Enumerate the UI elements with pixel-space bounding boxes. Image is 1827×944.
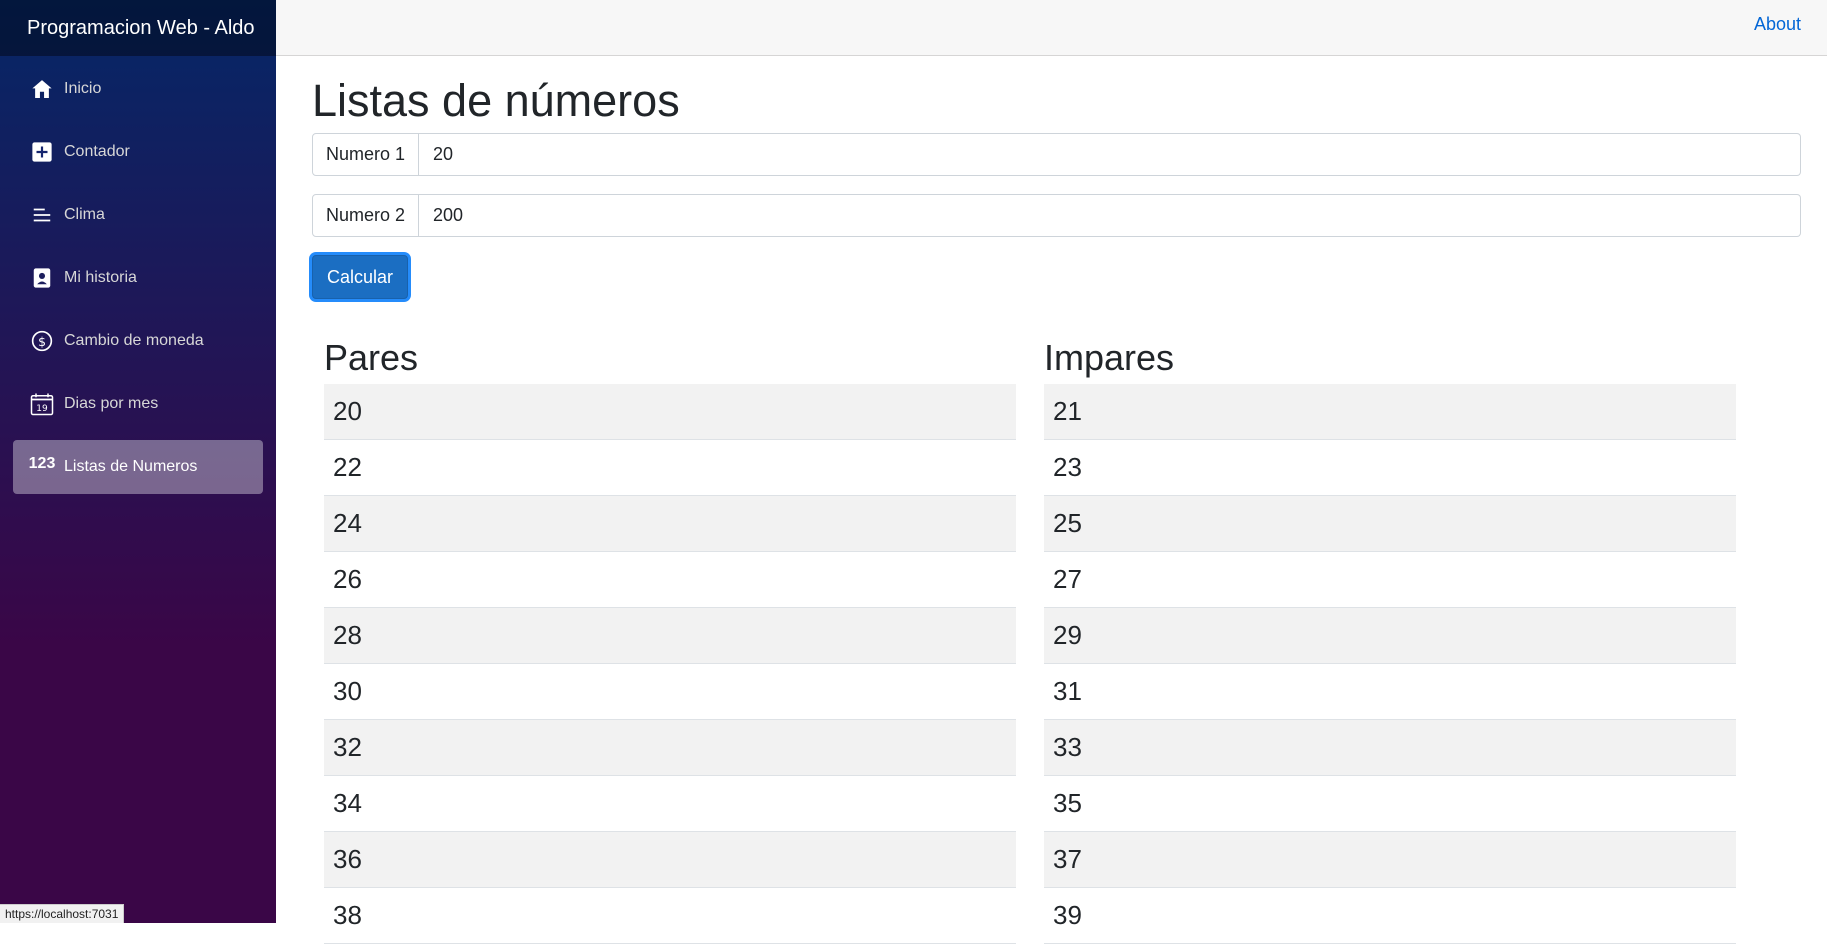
numero-2-label: Numero 2: [312, 194, 420, 237]
sidebar-item-label: Cambio de moneda: [64, 332, 204, 349]
list-item: 38: [324, 888, 1016, 944]
sidebar-item-label: Mi historia: [64, 269, 137, 286]
sidebar-item-dias-por-mes[interactable]: 19 Dias por mes: [13, 377, 263, 431]
list-item: 35: [1044, 776, 1736, 832]
list-item: 21: [1044, 383, 1736, 440]
list-item: 26: [324, 552, 1016, 608]
numero-1-group: Numero 1: [312, 133, 1801, 176]
impares-column: Impares 21 23 25 27 29 31 33 35 37 39: [1044, 338, 1736, 944]
list-item: 31: [1044, 664, 1736, 720]
sidebar-item-label: Contador: [64, 143, 130, 160]
list-item: 29: [1044, 607, 1736, 664]
nav-menu: Inicio Contador Clima Mi historia $ Camb…: [0, 56, 276, 494]
list-item: 23: [1044, 440, 1736, 496]
status-bar-url: https://localhost:7031: [0, 904, 125, 923]
list-item: 39: [1044, 888, 1736, 944]
sidebar-item-listas-de-numeros[interactable]: 123 Listas de Numeros: [13, 440, 263, 494]
person-card-icon: [30, 266, 54, 290]
top-bar: About: [276, 0, 1827, 56]
sidebar-item-label: Inicio: [64, 80, 102, 97]
list-item: 37: [1044, 831, 1736, 888]
brand-bar: Programacion Web - Aldo: [0, 0, 276, 56]
home-icon: [30, 77, 54, 101]
sidebar-item-cambio-de-moneda[interactable]: $ Cambio de moneda: [13, 314, 263, 368]
svg-text:19: 19: [36, 404, 48, 414]
dollar-coin-icon: $: [30, 329, 54, 353]
numero-1-label: Numero 1: [312, 133, 420, 176]
sidebar: Programacion Web - Aldo Inicio Contador …: [0, 0, 276, 923]
pares-column: Pares 20 22 24 26 28 30 32 34 36 38: [324, 338, 1016, 944]
calcular-button[interactable]: Calcular: [312, 255, 409, 299]
impares-heading: Impares: [1044, 337, 1175, 378]
list-item: 27: [1044, 552, 1736, 608]
svg-text:$: $: [38, 335, 46, 349]
numero-1-input[interactable]: [419, 133, 1801, 176]
sidebar-item-label: Listas de Numeros: [64, 458, 198, 475]
list-item: 22: [324, 440, 1016, 496]
calendar-icon: 19: [30, 392, 54, 416]
list-item: 20: [324, 383, 1016, 440]
list-item: 36: [324, 831, 1016, 888]
lists-container: Pares 20 22 24 26 28 30 32 34 36 38 Impa…: [324, 338, 1736, 944]
main-content: Listas de números Numero 1 Numero 2 Calc…: [312, 56, 1801, 299]
sidebar-item-mi-historia[interactable]: Mi historia: [13, 251, 263, 305]
list-lines-icon: [30, 203, 54, 227]
list-item: 33: [1044, 719, 1736, 776]
sidebar-item-contador[interactable]: Contador: [13, 125, 263, 179]
numbers-123-icon: 123: [28, 455, 56, 472]
sidebar-item-inicio[interactable]: Inicio: [13, 62, 263, 116]
numero-2-input[interactable]: [419, 194, 1801, 237]
list-item: 30: [324, 664, 1016, 720]
list-item: 34: [324, 776, 1016, 832]
brand-title[interactable]: Programacion Web - Aldo: [27, 17, 255, 40]
list-item: 24: [324, 495, 1016, 552]
pares-heading: Pares: [324, 337, 419, 378]
sidebar-item-label: Dias por mes: [64, 395, 159, 412]
numero-2-group: Numero 2: [312, 194, 1801, 237]
list-item: 32: [324, 719, 1016, 776]
sidebar-item-clima[interactable]: Clima: [13, 188, 263, 242]
list-item: 28: [324, 607, 1016, 664]
page-title: Listas de números: [312, 75, 680, 126]
list-item: 25: [1044, 495, 1736, 552]
plus-square-icon: [30, 140, 54, 164]
about-link[interactable]: About: [1754, 14, 1801, 35]
sidebar-item-label: Clima: [64, 206, 105, 223]
